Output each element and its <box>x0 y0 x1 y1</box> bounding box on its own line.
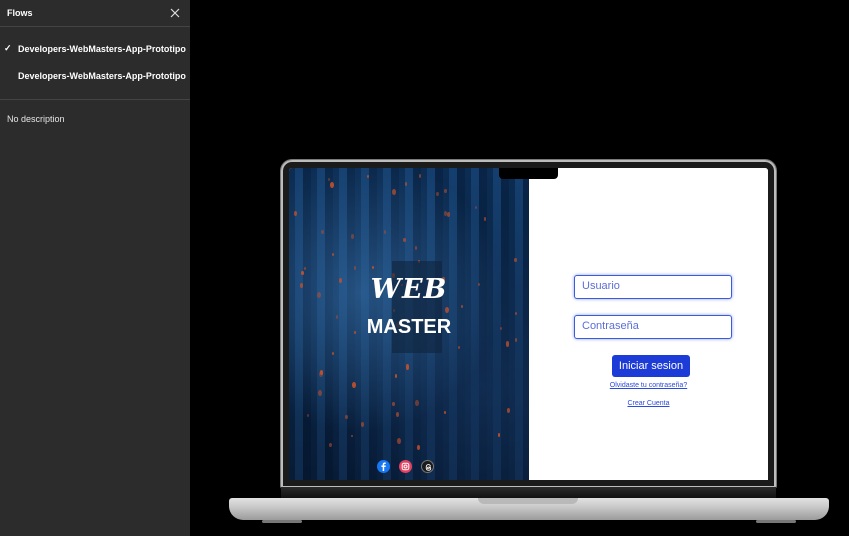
raindrop-decoration <box>436 192 439 196</box>
raindrop-decoration <box>444 189 447 194</box>
raindrop-decoration <box>319 371 323 377</box>
laptop-hinge <box>281 487 776 498</box>
raindrop-decoration <box>294 211 298 217</box>
raindrop-decoration <box>351 435 353 438</box>
password-field[interactable]: Contraseña <box>574 315 732 339</box>
flow-label: Developers-WebMasters-App-Prototipo <box>18 43 186 54</box>
forgot-password-link[interactable]: Olvidaste tu contraseña? <box>529 382 768 389</box>
raindrop-decoration <box>352 382 356 388</box>
raindrop-decoration <box>304 267 307 271</box>
logo-master-text: MASTER <box>366 316 452 338</box>
raindrop-decoration <box>392 189 396 196</box>
raindrop-decoration <box>458 346 461 350</box>
raindrop-decoration <box>415 400 419 406</box>
raindrop-decoration <box>506 341 510 347</box>
raindrop-decoration <box>392 402 395 407</box>
raindrop-decoration <box>384 230 387 234</box>
flows-panel: Flows ✓ Developers-WebMasters-App-Protot… <box>0 0 190 536</box>
raindrop-decoration <box>417 445 421 450</box>
panel-title: Flows <box>7 8 33 18</box>
flow-list: ✓ Developers-WebMasters-App-Prototipo De… <box>0 27 190 89</box>
username-field[interactable]: Usuario <box>574 275 732 299</box>
raindrop-decoration <box>507 408 511 414</box>
login-panel: Usuario Contraseña Iniciar sesion Olvida… <box>529 168 768 480</box>
raindrop-decoration <box>332 352 335 356</box>
raindrop-decoration <box>445 307 449 314</box>
raindrop-decoration <box>396 412 399 417</box>
raindrop-decoration <box>345 415 348 420</box>
flow-label: Developers-WebMasters-App-Prototipo <box>18 70 186 81</box>
raindrop-decoration <box>403 238 406 242</box>
raindrop-decoration <box>329 443 332 448</box>
raindrop-decoration <box>444 411 447 415</box>
raindrop-decoration <box>372 266 374 269</box>
logo-web-text: WEB <box>370 274 448 305</box>
hero-background: WEB MASTER <box>289 168 529 480</box>
raindrop-decoration <box>406 364 410 370</box>
close-icon[interactable] <box>168 6 182 20</box>
laptop-foot <box>756 520 796 523</box>
raindrop-decoration <box>415 246 418 250</box>
raindrop-decoration <box>515 312 517 315</box>
prototype-screen: WEB MASTER Usuario Contraseña Iniciar se… <box>289 168 768 480</box>
raindrop-decoration <box>397 438 401 444</box>
raindrop-decoration <box>351 234 355 240</box>
flow-item-2[interactable]: Developers-WebMasters-App-Prototipo <box>0 62 190 89</box>
raindrop-decoration <box>461 305 464 309</box>
raindrop-decoration <box>498 433 501 437</box>
camera-notch <box>499 168 558 179</box>
create-account-link[interactable]: Crear Cuenta <box>529 400 768 407</box>
flow-item-1[interactable]: ✓ Developers-WebMasters-App-Prototipo <box>0 35 190 62</box>
raindrop-decoration <box>354 266 357 270</box>
flow-description: No description <box>7 114 65 124</box>
raindrop-decoration <box>330 182 334 189</box>
laptop-lip <box>478 498 578 504</box>
instagram-icon[interactable] <box>399 460 412 473</box>
threads-icon[interactable] <box>421 460 434 473</box>
raindrop-decoration <box>332 253 334 256</box>
raindrop-decoration <box>475 206 477 210</box>
raindrop-decoration <box>514 258 517 263</box>
raindrop-decoration <box>484 217 487 221</box>
checkmark-icon: ✓ <box>4 43 12 53</box>
raindrop-decoration <box>447 212 450 217</box>
raindrop-decoration <box>328 178 330 181</box>
flows-header: Flows <box>0 0 190 27</box>
raindrop-decoration <box>367 175 369 178</box>
raindrop-decoration <box>419 174 422 178</box>
social-links <box>377 460 434 473</box>
raindrop-decoration <box>361 422 364 427</box>
login-button[interactable]: Iniciar sesion <box>612 355 690 377</box>
raindrop-decoration <box>318 390 322 396</box>
raindrop-decoration <box>395 374 398 378</box>
laptop-foot <box>262 520 302 523</box>
facebook-icon[interactable] <box>377 460 390 473</box>
raindrop-decoration <box>307 414 309 417</box>
raindrop-decoration <box>405 182 408 186</box>
raindrop-decoration <box>321 230 324 235</box>
